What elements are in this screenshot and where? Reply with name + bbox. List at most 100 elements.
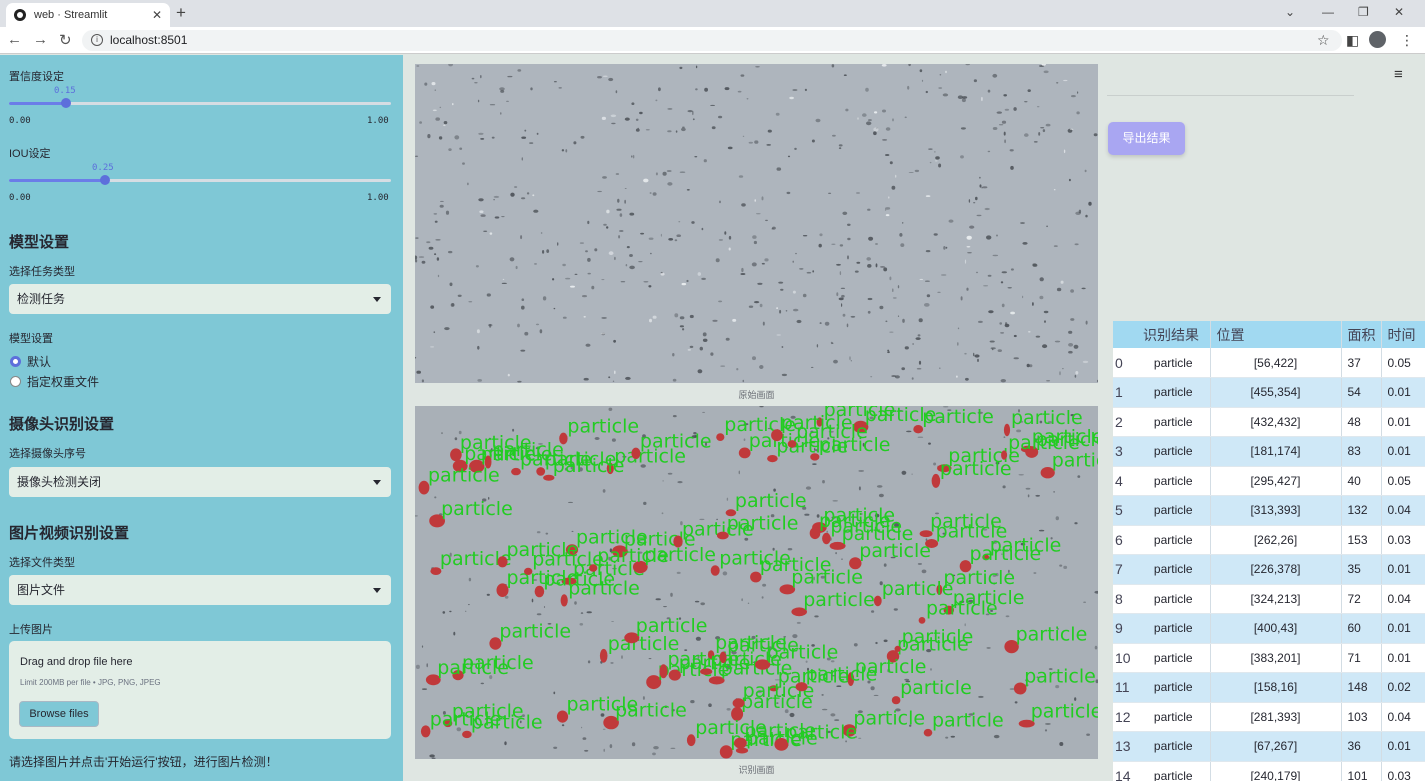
- concrete-speck: [915, 337, 921, 340]
- row-index: 8: [1113, 584, 1137, 614]
- detection-label: particle: [970, 543, 1042, 565]
- concrete-speck: [726, 708, 731, 711]
- table-row[interactable]: 11 particle [158,16] 148 0.02: [1113, 672, 1425, 703]
- table-row[interactable]: 5 particle [313,393] 132 0.04: [1113, 495, 1425, 526]
- table-row[interactable]: 1 particle [455,354] 54 0.01: [1113, 377, 1425, 408]
- reload-icon[interactable]: ↻: [59, 31, 72, 49]
- concrete-speck: [493, 195, 500, 198]
- detection-blob: [918, 617, 926, 624]
- column-header-time[interactable]: 时间: [1381, 321, 1425, 348]
- concrete-speck: [928, 442, 931, 445]
- browse-files-button[interactable]: Browse files: [19, 701, 99, 727]
- task-type-select[interactable]: 检测任务: [9, 284, 391, 314]
- concrete-speck: [742, 135, 745, 137]
- table-row[interactable]: 8 particle [324,213] 72 0.04: [1113, 584, 1425, 614]
- close-window-icon[interactable]: ✕: [1394, 5, 1404, 19]
- table-row[interactable]: 9 particle [400,43] 60 0.01: [1113, 613, 1425, 644]
- concrete-speck: [416, 65, 420, 67]
- concrete-speck: [1004, 108, 1010, 111]
- detection-blob: [589, 564, 598, 572]
- concrete-speck: [979, 176, 981, 179]
- concrete-speck: [857, 117, 859, 120]
- concrete-speck: [477, 99, 480, 103]
- concrete-speck: [601, 317, 607, 319]
- detection-label: particle: [543, 569, 615, 591]
- detection-label: particle: [853, 707, 925, 729]
- table-row[interactable]: 12 particle [281,393] 103 0.04: [1113, 702, 1425, 732]
- close-tab-icon[interactable]: ✕: [152, 8, 162, 22]
- concrete-speck: [428, 246, 434, 250]
- iou-slider-thumb[interactable]: [99, 175, 110, 185]
- new-tab-icon[interactable]: +: [176, 3, 186, 23]
- radio-custom-weights[interactable]: 指定权重文件: [10, 373, 99, 390]
- table-row[interactable]: 2 particle [432,432] 48 0.01: [1113, 407, 1425, 437]
- concrete-speck: [917, 563, 922, 565]
- concrete-speck: [626, 246, 630, 249]
- table-row[interactable]: 0 particle [56,422] 37 0.05: [1113, 348, 1425, 378]
- column-header-area[interactable]: 面积: [1341, 321, 1382, 348]
- side-panel-icon[interactable]: ◧: [1346, 32, 1359, 49]
- iou-slider[interactable]: [9, 175, 391, 185]
- concrete-speck: [488, 324, 493, 327]
- url-field[interactable]: i localhost:8501: [82, 30, 1342, 51]
- concrete-speck: [919, 69, 923, 73]
- concrete-speck: [585, 250, 588, 253]
- browser-menu-icon[interactable]: ⋮: [1400, 32, 1414, 49]
- back-icon[interactable]: ←: [7, 31, 22, 48]
- table-row[interactable]: 7 particle [226,378] 35 0.01: [1113, 554, 1425, 585]
- concrete-speck: [858, 486, 861, 491]
- tab-search-icon[interactable]: ⌄: [1285, 5, 1295, 19]
- concrete-speck: [1001, 303, 1005, 308]
- concrete-speck: [882, 109, 886, 113]
- camera-select[interactable]: 摄像头检测关闭: [9, 467, 391, 497]
- confidence-slider-thumb[interactable]: [61, 98, 72, 108]
- concrete-speck: [1056, 287, 1062, 292]
- concrete-speck: [584, 749, 589, 752]
- profile-avatar-icon[interactable]: [1369, 31, 1386, 48]
- hamburger-menu-icon[interactable]: ≡: [1394, 66, 1403, 83]
- row-result: particle: [1137, 731, 1211, 762]
- row-area: 37: [1341, 348, 1382, 378]
- export-results-button[interactable]: 导出结果: [1108, 122, 1185, 155]
- table-row[interactable]: 3 particle [181,174] 83 0.01: [1113, 436, 1425, 467]
- detection-label: particle: [785, 721, 857, 743]
- concrete-speck: [1035, 494, 1040, 497]
- row-time: 0.01: [1381, 407, 1425, 437]
- concrete-speck: [926, 294, 931, 298]
- detection-label: particle: [930, 511, 1002, 533]
- table-row[interactable]: 13 particle [67,267] 36 0.01: [1113, 731, 1425, 762]
- table-row[interactable]: 10 particle [383,201] 71 0.01: [1113, 643, 1425, 673]
- restore-icon[interactable]: ❐: [1358, 5, 1369, 19]
- browser-tab[interactable]: web · Streamlit ✕: [6, 3, 170, 27]
- row-position: [295,427]: [1210, 466, 1342, 496]
- confidence-slider[interactable]: [9, 98, 391, 108]
- table-row[interactable]: 14 particle [240,179] 101 0.03: [1113, 761, 1425, 781]
- row-index: 5: [1113, 495, 1137, 526]
- bookmark-star-icon[interactable]: ☆: [1317, 32, 1330, 49]
- site-info-icon[interactable]: i: [91, 34, 103, 46]
- file-dropzone[interactable]: Drag and drop file here Limit 200MB per …: [9, 641, 391, 739]
- detection-blob: [923, 728, 933, 737]
- concrete-speck: [534, 263, 537, 265]
- concrete-speck: [621, 655, 623, 659]
- file-type-select[interactable]: 图片文件: [9, 575, 391, 605]
- row-index: 13: [1113, 731, 1137, 762]
- concrete-speck: [939, 367, 941, 370]
- concrete-speck: [873, 694, 879, 696]
- forward-icon[interactable]: →: [33, 31, 48, 48]
- concrete-speck: [500, 112, 502, 115]
- concrete-speck: [667, 108, 673, 110]
- column-header-result[interactable]: 识别结果: [1137, 321, 1211, 348]
- table-row[interactable]: 6 particle [262,26] 153 0.03: [1113, 525, 1425, 555]
- concrete-speck: [444, 327, 450, 331]
- column-header-index[interactable]: [1113, 321, 1137, 348]
- minimize-icon[interactable]: —: [1322, 5, 1334, 19]
- row-index: 3: [1113, 436, 1137, 467]
- row-result: particle: [1137, 702, 1211, 732]
- column-header-position[interactable]: 位置: [1210, 321, 1342, 348]
- table-row[interactable]: 4 particle [295,427] 40 0.05: [1113, 466, 1425, 496]
- results-table[interactable]: 识别结果 位置 面积 时间 0 particle [56,422] 37 0.05 1 pa…: [1113, 321, 1425, 781]
- radio-default[interactable]: 默认: [10, 353, 51, 370]
- concrete-speck: [1074, 374, 1077, 378]
- concrete-speck: [835, 552, 837, 555]
